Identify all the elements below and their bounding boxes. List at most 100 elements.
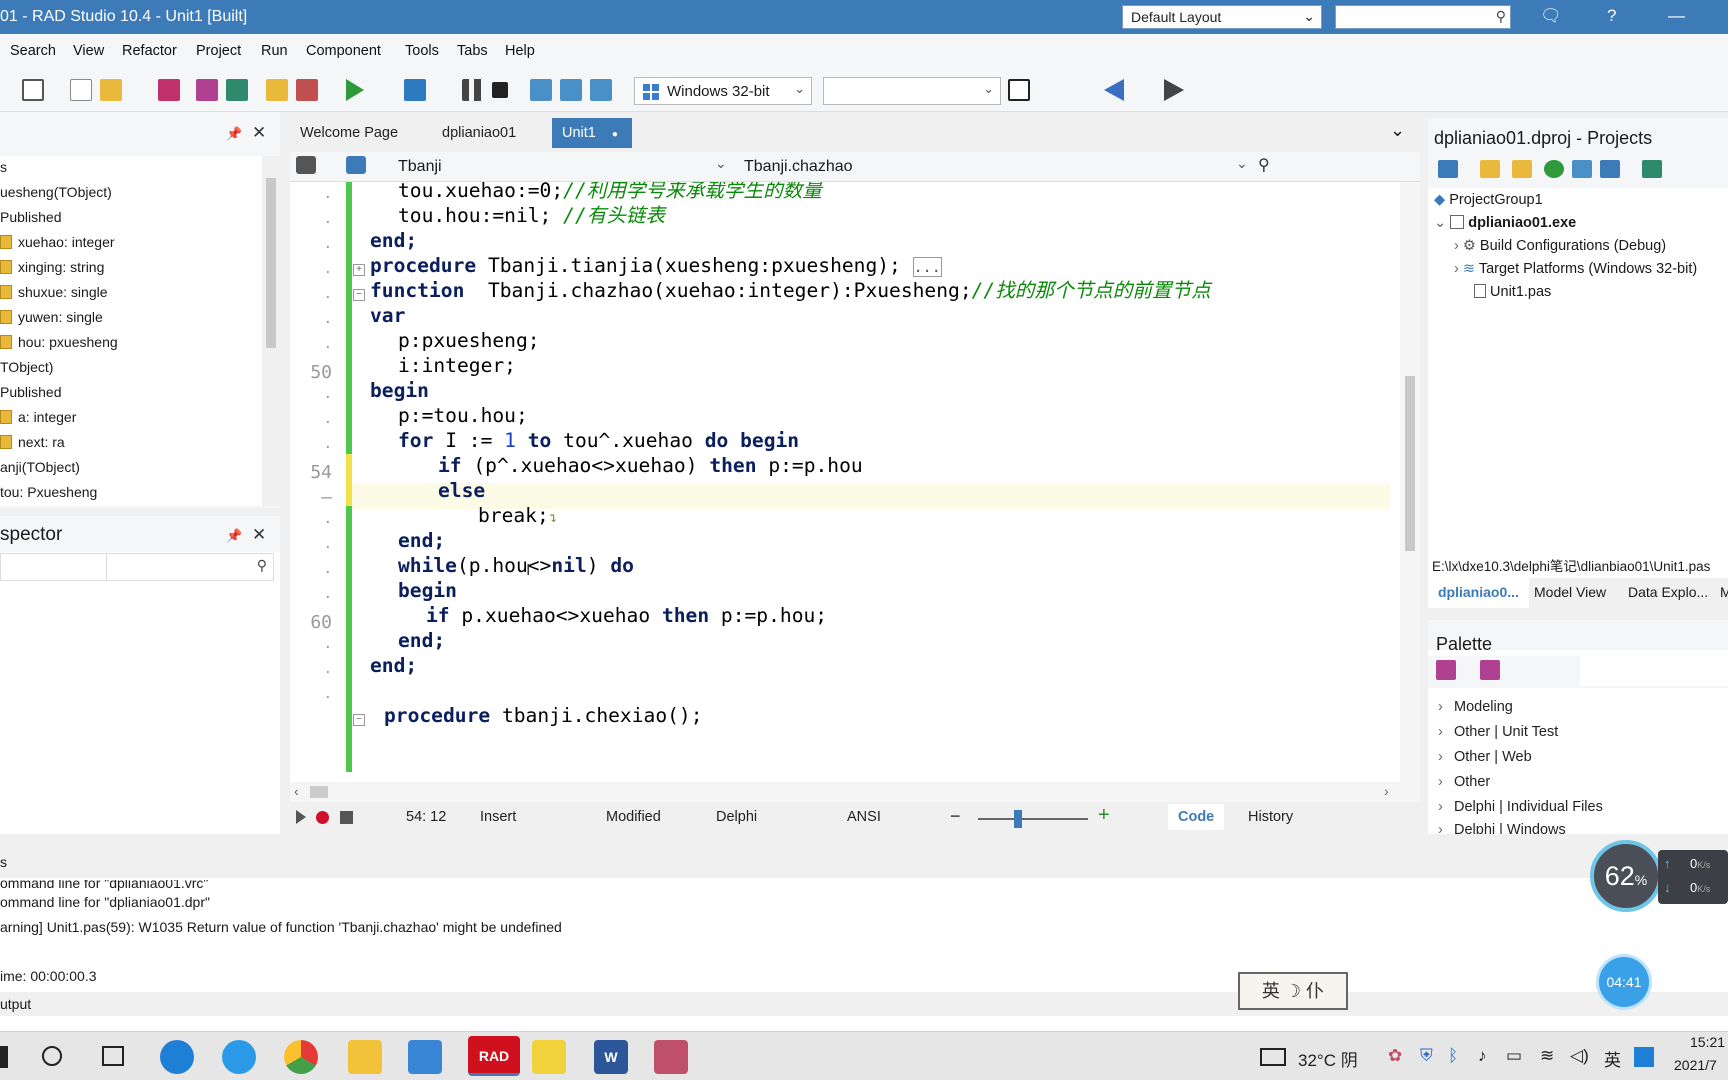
run-icon[interactable] bbox=[346, 79, 364, 101]
output-tab[interactable]: utput bbox=[0, 992, 1728, 1016]
tree-node[interactable]: a: integer bbox=[0, 409, 76, 425]
palette-search-input[interactable] bbox=[1580, 656, 1728, 686]
tree-node[interactable]: next: ra bbox=[0, 434, 65, 450]
notification-icon[interactable] bbox=[1634, 1047, 1654, 1067]
project-options-icon[interactable] bbox=[1438, 160, 1458, 178]
code-editor[interactable]: · · · · · · · 50 · · · 54 – · · · · 60 ·… bbox=[290, 182, 1400, 782]
module-icon[interactable] bbox=[296, 156, 316, 174]
bluetooth-icon[interactable]: ᛒ bbox=[1448, 1046, 1458, 1066]
message-line[interactable]: ommand line for "dplianiao01.vrc" bbox=[0, 880, 208, 892]
feather-icon[interactable] bbox=[408, 1040, 442, 1074]
tab-model-view[interactable]: Model View bbox=[1534, 584, 1606, 600]
app-icon[interactable] bbox=[654, 1040, 688, 1074]
structure-scrollbar[interactable] bbox=[262, 156, 280, 506]
help-icon[interactable]: ? bbox=[1607, 6, 1616, 26]
refresh-icon[interactable] bbox=[1008, 79, 1030, 101]
add-icon[interactable] bbox=[1480, 160, 1500, 178]
tree-node-unit1[interactable]: Unit1.pas bbox=[1474, 284, 1551, 300]
zoom-out-icon[interactable]: − bbox=[950, 806, 961, 827]
palette-category[interactable]: › Other | Web bbox=[1438, 749, 1532, 765]
method-selector[interactable]: Tbanji.chazhao bbox=[736, 155, 1136, 179]
step-over-icon[interactable] bbox=[530, 79, 552, 101]
tree-node-exe[interactable]: ⌄ dplianiao01.exe bbox=[1434, 215, 1576, 231]
pin-icon[interactable]: 📌 bbox=[226, 126, 242, 142]
record-macro-icon[interactable] bbox=[316, 811, 329, 824]
tab-more[interactable]: M bbox=[1720, 584, 1728, 600]
tab-welcome-page[interactable]: Welcome Page bbox=[290, 118, 408, 148]
pause-icon[interactable] bbox=[462, 79, 484, 101]
task-view-icon[interactable] bbox=[102, 1046, 124, 1066]
back-icon[interactable] bbox=[1104, 79, 1124, 101]
trace-into-icon[interactable] bbox=[560, 79, 582, 101]
chrome-icon[interactable] bbox=[284, 1040, 318, 1074]
chevron-down-icon[interactable]: ⌄ bbox=[1236, 155, 1248, 172]
open-icon[interactable] bbox=[100, 79, 122, 101]
ie-icon[interactable] bbox=[222, 1040, 256, 1074]
shield-icon[interactable]: ⛨ bbox=[1420, 1046, 1433, 1066]
menu-tabs[interactable]: Tabs bbox=[457, 43, 488, 59]
remove-file-icon[interactable] bbox=[296, 79, 318, 101]
menu-component[interactable]: Component bbox=[306, 43, 381, 59]
forward-icon[interactable] bbox=[1164, 79, 1184, 101]
sync-icon[interactable] bbox=[1544, 160, 1564, 178]
chevron-right-icon[interactable]: › bbox=[1384, 783, 1389, 799]
performance-widget[interactable]: 62% ↑ 0K/s ↓ 0K/s bbox=[1590, 840, 1728, 916]
collapsed-code-marker[interactable]: ... bbox=[912, 257, 942, 277]
pointer-icon[interactable] bbox=[1480, 660, 1500, 680]
ide-search-input[interactable]: ⚲ bbox=[1335, 5, 1511, 29]
code-vertical-scrollbar[interactable] bbox=[1400, 182, 1420, 782]
save-all-icon[interactable] bbox=[196, 79, 218, 101]
run-to-cursor-icon[interactable] bbox=[590, 79, 612, 101]
minimize-button[interactable]: — bbox=[1668, 6, 1685, 26]
close-icon[interactable]: ✕ bbox=[252, 525, 266, 545]
tree-node[interactable]: uesheng(TObject) bbox=[0, 184, 112, 200]
fold-collapse-icon[interactable]: − bbox=[353, 289, 365, 301]
chevron-down-icon[interactable]: ⌄ bbox=[1390, 120, 1405, 141]
menu-view[interactable]: View bbox=[73, 43, 104, 59]
clock-time[interactable]: 15:21 bbox=[1690, 1034, 1725, 1050]
chevron-down-icon[interactable]: ⌄ bbox=[715, 155, 727, 172]
platform-combo[interactable]: Windows 32-bit ⌄ bbox=[634, 77, 812, 105]
inspector-search-input[interactable]: ⚲ bbox=[0, 553, 274, 581]
ime-lang-indicator[interactable]: 英 bbox=[1604, 1046, 1621, 1071]
tab-data-explorer[interactable]: Data Explo... bbox=[1628, 584, 1708, 600]
word-icon[interactable]: W bbox=[594, 1040, 628, 1074]
keyboard-icon[interactable] bbox=[1260, 1048, 1286, 1066]
encoding-status[interactable]: ANSI bbox=[847, 809, 881, 825]
tree-node[interactable]: yuwen: single bbox=[0, 309, 103, 325]
tree-node[interactable]: tou: Pxuesheng bbox=[0, 484, 97, 500]
save-icon[interactable] bbox=[158, 79, 180, 101]
tree-node-target-platforms[interactable]: › ≋ Target Platforms (Windows 32-bit) bbox=[1454, 261, 1697, 277]
stop-icon[interactable] bbox=[492, 82, 508, 98]
tab-history[interactable]: History bbox=[1248, 809, 1293, 825]
tree-node-project-group[interactable]: ◆ ProjectGroup1 bbox=[1434, 192, 1543, 208]
layout-combo[interactable]: Default Layout ⌄ bbox=[1122, 5, 1322, 29]
menu-help[interactable]: Help bbox=[505, 43, 535, 59]
tree-node[interactable]: anji(TObject) bbox=[0, 459, 80, 475]
scroll-thumb[interactable] bbox=[266, 178, 276, 348]
menu-refactor[interactable]: Refactor bbox=[122, 43, 177, 59]
palette-category[interactable]: › Delphi | Individual Files bbox=[1438, 799, 1603, 815]
tab-project-manager[interactable]: dplianiao0... bbox=[1428, 578, 1529, 608]
close-icon[interactable]: ✕ bbox=[252, 123, 266, 143]
add-file-icon[interactable] bbox=[266, 79, 288, 101]
tree-node[interactable]: xinging: string bbox=[0, 259, 104, 275]
build-icon[interactable] bbox=[1572, 160, 1592, 178]
open-project-icon[interactable] bbox=[226, 79, 248, 101]
play-macro-icon[interactable] bbox=[296, 810, 306, 824]
view-icon[interactable] bbox=[22, 79, 44, 101]
timer-badge[interactable]: 04:41 bbox=[1596, 954, 1652, 1010]
sticky-icon[interactable] bbox=[532, 1040, 566, 1074]
zoom-in-icon[interactable]: + bbox=[1098, 804, 1110, 827]
tree-node[interactable]: Published bbox=[0, 209, 62, 225]
cortana-icon[interactable] bbox=[42, 1046, 62, 1066]
fold-expand-icon[interactable]: + bbox=[353, 264, 365, 276]
layers-icon[interactable] bbox=[1642, 160, 1662, 178]
edge-icon[interactable] bbox=[160, 1040, 194, 1074]
new-file-icon[interactable] bbox=[70, 79, 92, 101]
folder-icon[interactable] bbox=[1512, 160, 1532, 178]
start-icon[interactable] bbox=[0, 1046, 8, 1068]
zoom-slider-track[interactable] bbox=[978, 818, 1088, 820]
message-line-warning[interactable]: arning] Unit1.pas(59): W1035 Return valu… bbox=[0, 919, 562, 935]
file-explorer-icon[interactable] bbox=[348, 1040, 382, 1074]
